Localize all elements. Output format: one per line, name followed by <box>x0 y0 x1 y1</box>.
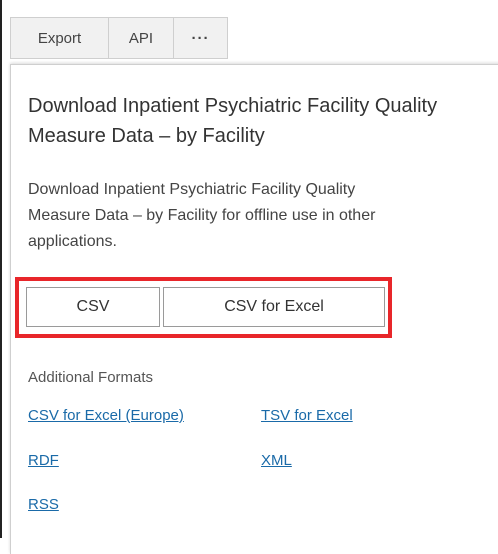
description-line: Download Inpatient Psychiatric Facility … <box>28 181 356 198</box>
tsv-excel-link[interactable]: TSV for Excel <box>261 407 353 424</box>
export-dropdown-view: Export API ··· Download Inpatient Psychi… <box>0 0 498 554</box>
api-button[interactable]: API <box>108 17 174 59</box>
description-line: applications. <box>28 233 117 250</box>
action-tabs: Export API ··· <box>10 17 228 59</box>
rss-link[interactable]: RSS <box>28 496 59 513</box>
export-panel: Download Inpatient Psychiatric Facility … <box>10 64 498 554</box>
panel-title: Download Inpatient Psychiatric Facility … <box>28 95 438 147</box>
more-options-button[interactable]: ··· <box>173 17 228 59</box>
window-edge <box>0 0 2 538</box>
rdf-link[interactable]: RDF <box>28 452 59 469</box>
panel-description: Download Inpatient Psychiatric Facility … <box>28 177 498 255</box>
description-line: Measure Data – by Facility for offline u… <box>28 207 376 224</box>
csv-excel-europe-link[interactable]: CSV for Excel (Europe) <box>28 407 184 424</box>
additional-formats-heading: Additional Formats <box>28 369 154 386</box>
xml-link[interactable]: XML <box>261 452 292 469</box>
export-button[interactable]: Export <box>10 17 109 59</box>
csv-for-excel-download-button[interactable]: CSV for Excel <box>163 287 385 327</box>
csv-download-button[interactable]: CSV <box>26 287 160 327</box>
